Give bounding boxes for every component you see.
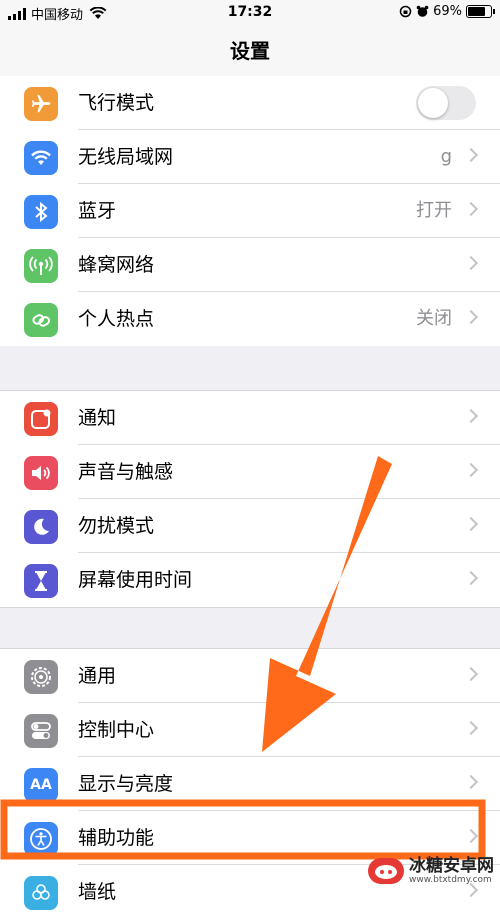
status-bar: 中国移动 17:32 69% <box>0 0 500 26</box>
settings-row-label: 蜂窝网络 <box>78 254 155 276</box>
navigation-bar: 设置 <box>0 26 500 79</box>
settings-row-sounds[interactable]: 声音与触感 <box>0 445 500 499</box>
battery-percent: 69% <box>433 4 462 19</box>
settings-row-label: 控制中心 <box>78 719 155 741</box>
settings-row-label: 辅助功能 <box>78 827 155 849</box>
watermark-url: www.btxtdmy.com <box>409 875 492 885</box>
settings-row-value: 打开 <box>416 200 452 221</box>
settings-row-label: 通知 <box>78 407 117 429</box>
settings-row-bluetooth[interactable]: 蓝牙 打开 <box>0 184 500 238</box>
settings-row-value: g <box>440 146 452 167</box>
watermark-title: 冰糖安卓网 <box>409 856 494 876</box>
chevron-right-icon <box>463 309 479 325</box>
bluetooth-icon <box>24 195 58 229</box>
settings-row-general[interactable]: 通用 <box>0 649 500 703</box>
settings-row-display-brightness[interactable]: AA 显示与亮度 <box>0 757 500 811</box>
settings-row-label: 墙纸 <box>78 881 117 903</box>
toggles-icon <box>24 714 58 748</box>
cellular-icon <box>24 249 58 283</box>
text-size-icon-glyph: AA <box>30 777 52 793</box>
chevron-right-icon <box>463 666 479 682</box>
settings-row-value: 关闭 <box>416 308 452 329</box>
settings-group-notifications: 通知 声音与触感 勿扰模式 屏幕使用时间 <box>0 390 500 608</box>
sound-icon <box>24 456 58 490</box>
hotspot-icon <box>24 303 58 337</box>
chevron-right-icon <box>463 720 479 736</box>
settings-row-personal-hotspot[interactable]: 个人热点 关闭 <box>0 292 500 346</box>
rotation-lock-icon <box>399 5 412 18</box>
chevron-right-icon <box>463 462 479 478</box>
settings-row-cellular[interactable]: 蜂窝网络 <box>0 238 500 292</box>
chevron-right-icon <box>463 774 479 790</box>
hourglass-icon <box>24 564 58 598</box>
settings-row-wifi[interactable]: 无线局域网 g <box>0 130 500 184</box>
accessibility-icon <box>24 822 58 856</box>
alarm-icon <box>416 5 429 17</box>
chevron-right-icon <box>463 201 479 217</box>
chevron-right-icon <box>463 516 479 532</box>
settings-row-label: 勿扰模式 <box>78 515 155 537</box>
chevron-right-icon <box>463 408 479 424</box>
battery-icon <box>466 5 495 18</box>
settings-row-label: 声音与触感 <box>78 461 174 483</box>
wallpaper-icon <box>24 876 58 910</box>
watermark: 冰糖安卓网 www.btxtdmy.com <box>368 857 494 885</box>
settings-row-notifications[interactable]: 通知 <box>0 391 500 445</box>
airplane-icon <box>24 87 58 121</box>
settings-row-airplane-mode: 飞行模式 <box>0 76 500 130</box>
notifications-icon <box>24 402 58 436</box>
settings-row-label: 个人热点 <box>78 308 155 330</box>
chevron-right-icon <box>463 828 479 844</box>
settings-row-label: 通用 <box>78 665 117 687</box>
airplane-mode-toggle[interactable] <box>416 86 476 120</box>
chevron-right-icon <box>463 570 479 586</box>
moon-icon <box>24 510 58 544</box>
settings-row-do-not-disturb[interactable]: 勿扰模式 <box>0 499 500 553</box>
settings-group-connectivity: 飞行模式 无线局域网 g 蓝牙 打开 蜂窝网络 个人热点 关闭 <box>0 76 500 346</box>
settings-row-label: 蓝牙 <box>78 200 117 222</box>
chevron-right-icon <box>463 882 479 898</box>
settings-row-label: 显示与亮度 <box>78 773 174 795</box>
page-title: 设置 <box>230 39 270 63</box>
settings-row-label: 无线局域网 <box>78 146 174 168</box>
settings-row-screen-time[interactable]: 屏幕使用时间 <box>0 553 500 607</box>
settings-row-label: 飞行模式 <box>78 92 155 114</box>
gear-icon <box>24 660 58 694</box>
settings-row-label: 屏幕使用时间 <box>78 569 193 591</box>
chevron-right-icon <box>463 255 479 271</box>
text-size-icon: AA <box>24 768 58 802</box>
settings-row-control-center[interactable]: 控制中心 <box>0 703 500 757</box>
wifi-icon <box>24 141 58 175</box>
chevron-right-icon <box>463 147 479 163</box>
watermark-logo-icon <box>368 858 404 884</box>
